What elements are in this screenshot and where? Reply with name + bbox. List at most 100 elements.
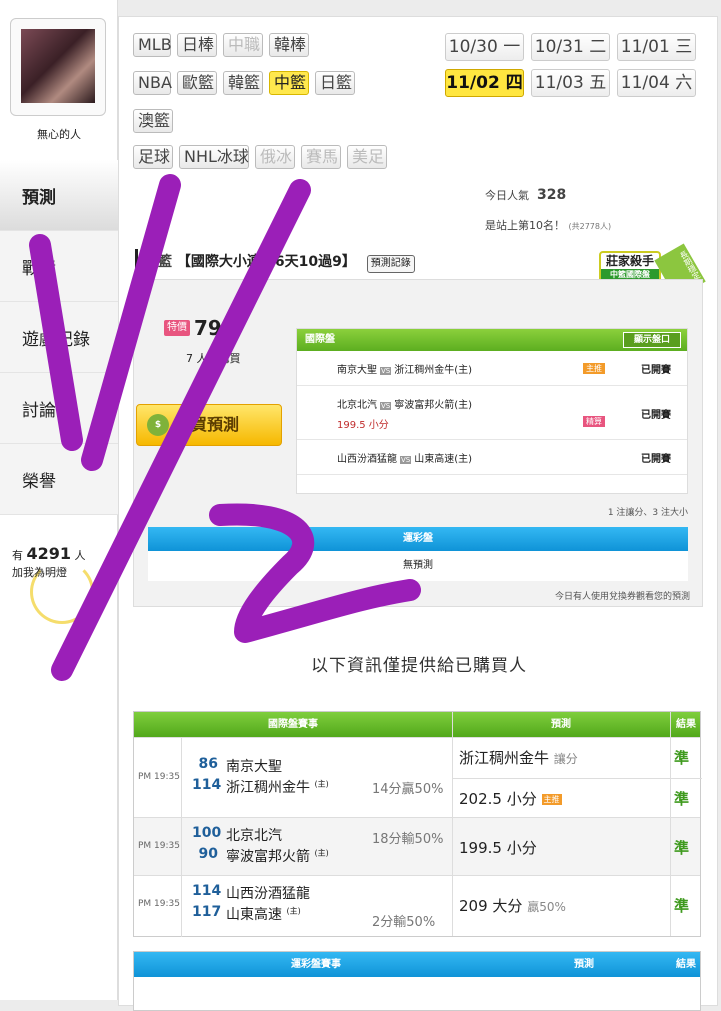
match-status: 已開賽	[641, 365, 671, 376]
date-tab[interactable]: 11/04 六	[617, 69, 696, 97]
sidebar-nav: 預測 戰績 遊戲記錄 討論 榮譽	[0, 160, 118, 515]
coin-icon: $	[147, 414, 169, 436]
col-lottery-match: 運彩盤賽事	[291, 959, 341, 970]
date-tab[interactable]: 10/31 二	[531, 33, 610, 61]
away-team-name: 南京大聖	[226, 759, 282, 775]
sport-tab[interactable]: 韓棒	[269, 33, 309, 57]
match-time: PM 19:35	[138, 841, 180, 851]
col-lottery-result: 結果	[676, 959, 696, 970]
intl-match-teams: 南京大聖 VS 浙江稠州金牛(主)	[337, 361, 472, 376]
match-rows: PM 19:35 86 南京大聖 114 浙江稠州金牛 (主) 14分贏50% 浙江稠州金牛…	[134, 737, 702, 933]
sport-tab: 美足	[347, 145, 387, 169]
buy-prediction-button[interactable]: $ 購買預測	[136, 404, 282, 446]
results-table: 國際盤賽事 預測 結果 PM 19:35 86 南京大聖 114 浙江稠州金牛 (主) 1…	[133, 711, 702, 937]
sport-tab: 俄冰	[255, 145, 295, 169]
sport-tab[interactable]: 中籃	[269, 71, 309, 95]
home-score: 117	[192, 904, 222, 920]
date-text: 11/03	[534, 73, 584, 93]
match-time: PM 19:35	[138, 899, 180, 909]
lottery-note: 今日有人使用兌換券觀看您的預測	[554, 592, 690, 602]
home-mark: (主)	[314, 779, 329, 789]
sport-tab[interactable]: 澳籃	[133, 109, 173, 133]
date-tab[interactable]: 11/01 三	[617, 33, 696, 61]
home-team-name: 山東高速 (主)	[226, 904, 301, 924]
result-mark: 準	[674, 749, 690, 767]
lottery-table-header: 運彩盤賽事 預測 結果	[134, 952, 700, 977]
show-odds-button[interactable]: 顯示盤口	[622, 332, 681, 348]
price-tag: 特價	[164, 320, 190, 336]
sidebar: 無心的人 預測 戰績 遊戲記錄 討論 榮譽 有 4291 人 加我為明燈	[0, 0, 118, 1000]
match-result: 2分輸50%	[372, 915, 436, 930]
sport-tab[interactable]: MLB	[133, 33, 172, 57]
sidebar-item-discussion[interactable]: 討論	[0, 373, 118, 444]
vs-icon: VS	[380, 367, 392, 375]
main-panel: MLB 日棒 中職 韓棒 NBA 歐籃 韓籃 中籃 日籃 澳籃 足球 NHL冰球 俄冰 賽馬 美足 10/3…	[118, 16, 718, 1011]
fans-text: 加我為明燈	[12, 566, 67, 579]
result-mark: 準	[674, 897, 690, 915]
intl-rows: 南京大聖 VS 浙江稠州金牛(主) 主推 已開賽 北京北汽 VS 寧波富邦火箭(主) 199.5…	[297, 351, 687, 475]
date-tab[interactable]: 11/03 五	[531, 69, 610, 97]
match-result: 14分贏50%	[372, 782, 444, 797]
date-tab[interactable]: 10/30 一	[445, 33, 524, 61]
pick-note: 贏50%	[527, 900, 566, 914]
sport-tab[interactable]: NHL冰球	[179, 145, 249, 169]
away-team-name: 北京北汽	[226, 828, 282, 844]
sport-tab[interactable]: 日籃	[315, 71, 355, 95]
fans-counter[interactable]: 有 4291 人 加我為明燈	[0, 545, 118, 581]
sidebar-item-predictions[interactable]: 預測	[0, 160, 118, 231]
badge-title-text: 莊家殺手	[605, 254, 654, 268]
col-lottery-prediction: 預測	[574, 959, 594, 970]
sidebar-item-honors[interactable]: 榮譽	[0, 444, 118, 515]
home-team-name: 寧波富邦火箭 (主)	[226, 846, 329, 866]
pick-text: 209 大分	[459, 897, 523, 915]
intl-row: 北京北汽 VS 寧波富邦火箭(主) 199.5 小分 精算 已開賽	[297, 386, 687, 440]
intl-row: 山西汾酒猛龍 VS 山東高速(主) 已開賽	[297, 440, 687, 475]
sport-tab[interactable]: 足球	[133, 145, 173, 169]
sport-tab[interactable]: 日棒	[177, 33, 217, 57]
sport-tab[interactable]: NBA	[133, 71, 172, 95]
date-weekday: 二	[589, 37, 607, 57]
match-status: 已開賽	[641, 410, 671, 421]
table-row: PM 19:35 86 南京大聖 114 浙江稠州金牛 (主) 14分贏50% 浙江稠州金牛…	[134, 737, 702, 817]
sport-tab[interactable]: 韓籃	[223, 71, 263, 95]
sport-tab: 中職	[223, 33, 263, 57]
price-value: 79	[194, 316, 222, 340]
intl-odds-box: 國際盤 顯示盤口 南京大聖 VS 浙江稠州金牛(主) 主推 已開賽 北京北汽 VS 寧波富邦火…	[296, 328, 688, 494]
result-mark: 準	[674, 839, 690, 857]
match-time: PM 19:35	[138, 772, 180, 782]
sport-tab[interactable]: 歐籃	[177, 71, 217, 95]
prediction-sport: 中籃	[144, 254, 172, 270]
home-team: 北京北汽	[337, 400, 377, 411]
price-unit: 元	[220, 326, 231, 339]
away-team: 寧波富邦火箭(主)	[394, 400, 473, 411]
intl-row: 南京大聖 VS 浙江稠州金牛(主) 主推 已開賽	[297, 351, 687, 386]
fans-count: 4291	[26, 544, 72, 563]
date-tab[interactable]: 11/02 四	[445, 69, 524, 97]
home-team-label: 山東高速	[226, 907, 282, 923]
sport-tab: 賽馬	[301, 145, 341, 169]
username: 無心的人	[37, 128, 81, 141]
prediction-name: 【國際大小連莊6天10過9】	[176, 254, 356, 270]
sidebar-item-game-log[interactable]: 遊戲記錄	[0, 302, 118, 373]
avatar[interactable]	[10, 18, 106, 116]
home-team-label: 浙江稠州金牛	[226, 780, 310, 796]
fans-suffix: 人	[74, 549, 86, 562]
match-status: 已開賽	[641, 454, 671, 465]
fans-prefix: 有	[12, 549, 23, 562]
lottery-box-header: 運彩盤	[148, 527, 688, 551]
col-intl-match: 國際盤賽事	[268, 719, 318, 730]
home-score: 114	[192, 777, 222, 793]
row-divider	[452, 778, 702, 779]
sidebar-item-record[interactable]: 戰績	[0, 231, 118, 302]
home-team: 南京大聖	[337, 365, 377, 376]
prediction-pick: 199.5 小分	[459, 837, 537, 858]
record-button[interactable]: 預測記錄	[366, 255, 415, 273]
lottery-table: 運彩盤賽事 預測 結果	[133, 951, 701, 1011]
away-score: 114	[192, 883, 222, 899]
home-score: 90	[198, 846, 218, 862]
table-row: PM 19:35 114 山西汾酒猛龍 117 山東高速 (主) 2分輸50% 209 大分…	[134, 875, 700, 933]
results-table-header: 國際盤賽事 預測 結果	[134, 712, 700, 737]
date-weekday: 一	[503, 37, 521, 57]
date-weekday: 六	[675, 73, 693, 93]
vs-icon: VS	[400, 456, 412, 464]
